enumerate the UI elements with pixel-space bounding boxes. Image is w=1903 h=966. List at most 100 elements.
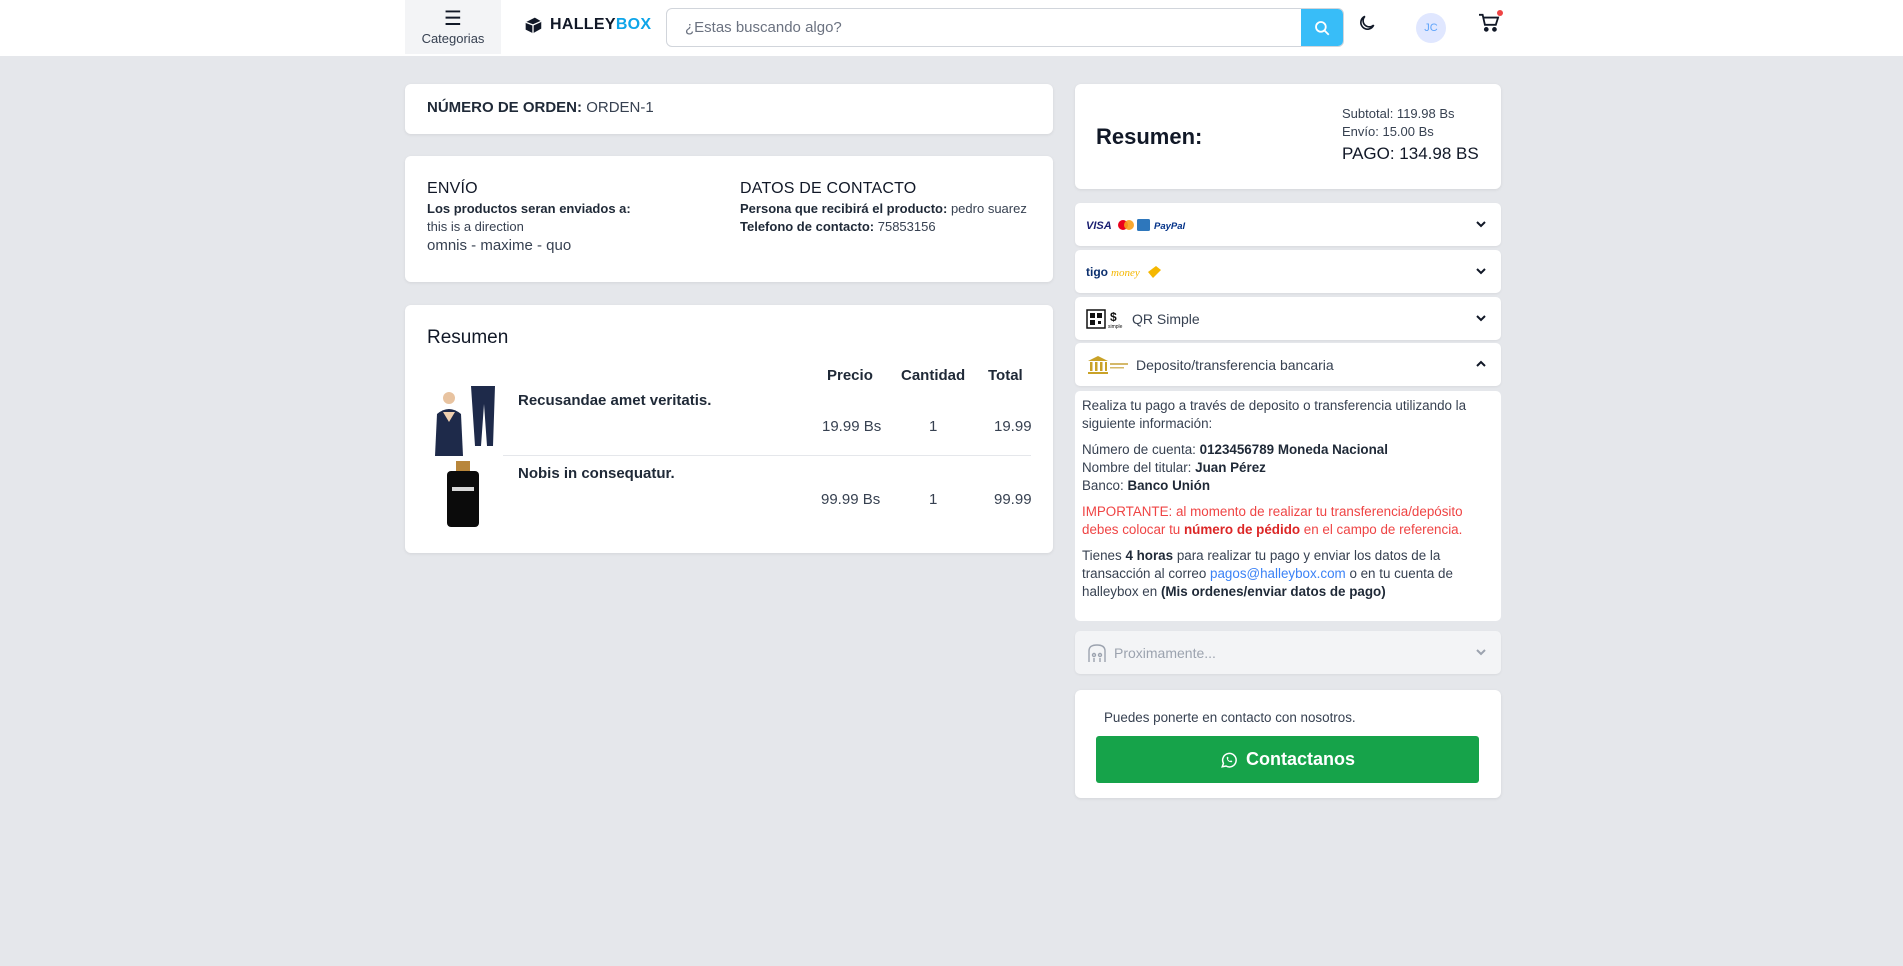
product-name: Recusandae amet veritatis. [518,392,712,409]
menu-icon: ☰ [444,7,462,30]
receiver-value: pedro suarez [950,201,1027,216]
phone-value: 75853156 [877,219,936,234]
table-row: Nobis in consequatur. 99.99 Bs 1 99.99 [427,457,1032,529]
subtotal: Subtotal: 119.98 Bs [1342,106,1455,121]
tigomoney-logo-icon: tigo money [1086,265,1161,279]
total-payment: PAGO: 134.98 BS [1342,144,1479,163]
bank-icon [1088,355,1128,374]
svg-text:tigo: tigo [1086,265,1108,279]
account-label: Número de cuenta: [1082,442,1196,457]
contact-us-card: Puedes ponerte en contacto con nosotros.… [1075,690,1501,798]
important-text-bold: número de pédido [1184,522,1301,537]
deadline-hours: 4 horas [1125,548,1174,563]
payment-option-qr-simple[interactable]: $ simple QR Simple [1075,297,1501,340]
contact-section: DATOS DE CONTACTO Persona que recibirá e… [740,180,1030,236]
payment-option-tigomoney[interactable]: tigo money [1075,250,1501,293]
shipping-address: this is a direction [427,219,524,234]
contact-us-button[interactable]: Contactanos [1096,736,1479,783]
receiver-label: Persona que recibirá el producto: [740,201,948,216]
shipping-subtitle: Los productos seran enviados a: [427,201,631,216]
svg-text:simple: simple [1108,324,1123,329]
account-number: 0123456789 Moneda Nacional [1199,442,1388,457]
svg-text:money: money [1111,267,1140,279]
search-icon [1315,20,1330,35]
product-image-perfume [427,457,503,529]
top-navbar: ☰ Categorias HALLEYBOX JC [0,0,1903,56]
product-price: 19.99 Bs [822,418,882,435]
contact-title: DATOS DE CONTACTO [740,180,917,197]
product-total: 99.99 [994,491,1032,508]
payments-email-link[interactable]: pagos@halleybox.com [1210,566,1346,581]
totals-card: Resumen: Subtotal: 119.98 Bs Envío: 15.0… [1075,84,1501,189]
qr-code-icon: $ simple [1086,308,1123,329]
cart-notification-dot [1497,10,1503,16]
svg-text:PayPal: PayPal [1154,221,1186,232]
shipping-cost: Envío: 15.00 Bs [1342,124,1434,139]
qr-simple-label: QR Simple [1132,310,1200,327]
product-name: Nobis in consequatur. [518,465,675,482]
chevron-down-icon [1476,268,1486,275]
coming-soon-label: Proximamente... [1114,644,1216,661]
chevron-down-icon [1476,315,1486,322]
order-number-value: ORDEN-1 [586,99,654,116]
order-number-card: NÚMERO DE ORDEN: ORDEN-1 [405,84,1053,134]
deadline-text-1: Tienes [1082,548,1122,563]
logo-text-box: BOX [615,16,652,33]
categories-label: Categorias [421,30,485,46]
shipping-location: omnis - maxime - quo [427,237,572,254]
search-bar [666,8,1344,47]
holder-name: Juan Pérez [1195,460,1266,475]
payment-option-cards[interactable]: VISA PayPal [1075,203,1501,246]
shipping-section: ENVÍO Los productos seran enviados a: th… [427,180,727,256]
user-avatar[interactable]: JC [1416,13,1446,43]
product-quantity: 1 [929,418,938,435]
search-button[interactable] [1301,9,1343,46]
coming-soon-icon [1088,643,1106,662]
shipping-contact-card: ENVÍO Los productos seran enviados a: th… [405,156,1053,282]
svg-text:VISA: VISA [1086,220,1112,232]
product-total: 19.99 [994,418,1032,435]
card-brand-logos-icon: VISA PayPal [1086,218,1186,232]
chevron-up-icon [1476,360,1486,367]
order-number-label: NÚMERO DE ORDEN: [427,99,583,116]
product-quantity: 1 [929,491,938,508]
bank-deposit-label: Deposito/transferencia bancaria [1136,356,1334,373]
logo-text-halley: HALLEY [550,16,616,33]
bank-name: Banco Unión [1127,478,1211,493]
totals-title: Resumen: [1096,124,1203,149]
chevron-down-icon [1476,649,1486,656]
holder-label: Nombre del titular: [1082,460,1192,475]
contact-message: Puedes ponerte en contacto con nosotros. [1104,710,1356,725]
important-text-2: en el campo de referencia. [1303,522,1463,537]
col-header-quantity: Cantidad [901,367,966,384]
whatsapp-icon [1221,752,1237,768]
summary-title: Resumen [427,327,509,348]
moon-icon [1360,15,1375,30]
bank-label: Banco: [1082,478,1124,493]
payment-option-bank-deposit[interactable]: Deposito/transferencia bancaria [1075,343,1501,386]
order-summary-card: Resumen Precio Cantidad Total Recusandae… [405,305,1053,553]
categories-button[interactable]: ☰ Categorias [405,0,501,54]
chevron-down-icon [1476,221,1486,228]
deposit-intro: Realiza tu pago a través de deposito o t… [1082,398,1467,431]
important-notice: IMPORTANTE: al momento de realizar tu tr… [1082,503,1494,539]
dark-mode-toggle[interactable] [1357,13,1377,38]
product-price: 99.99 Bs [821,491,881,508]
bank-deposit-details: Realiza tu pago a través de deposito o t… [1075,391,1501,621]
cart-icon [1479,13,1500,32]
table-row: Recusandae amet veritatis. 19.99 Bs 1 19… [427,384,1032,456]
my-orders-path: (Mis ordenes/enviar datos de pago) [1160,584,1386,599]
payment-deadline-notice: Tienes 4 horas para realizar tu pago y e… [1082,547,1494,601]
col-header-price: Precio [827,367,873,384]
halleybox-logo[interactable]: HALLEYBOX [522,14,651,36]
svg-text:$: $ [1110,310,1117,324]
col-header-total: Total [988,367,1023,384]
cart-button[interactable] [1478,10,1503,38]
product-image-scrubs [427,384,503,456]
shipping-title: ENVÍO [427,180,478,197]
logo-box-icon [525,17,542,34]
search-input[interactable] [667,9,1301,46]
card-logos: VISA PayPal [1086,203,1190,246]
contact-us-label: Contactanos [1245,749,1355,769]
phone-label: Telefono de contacto: [740,219,875,234]
